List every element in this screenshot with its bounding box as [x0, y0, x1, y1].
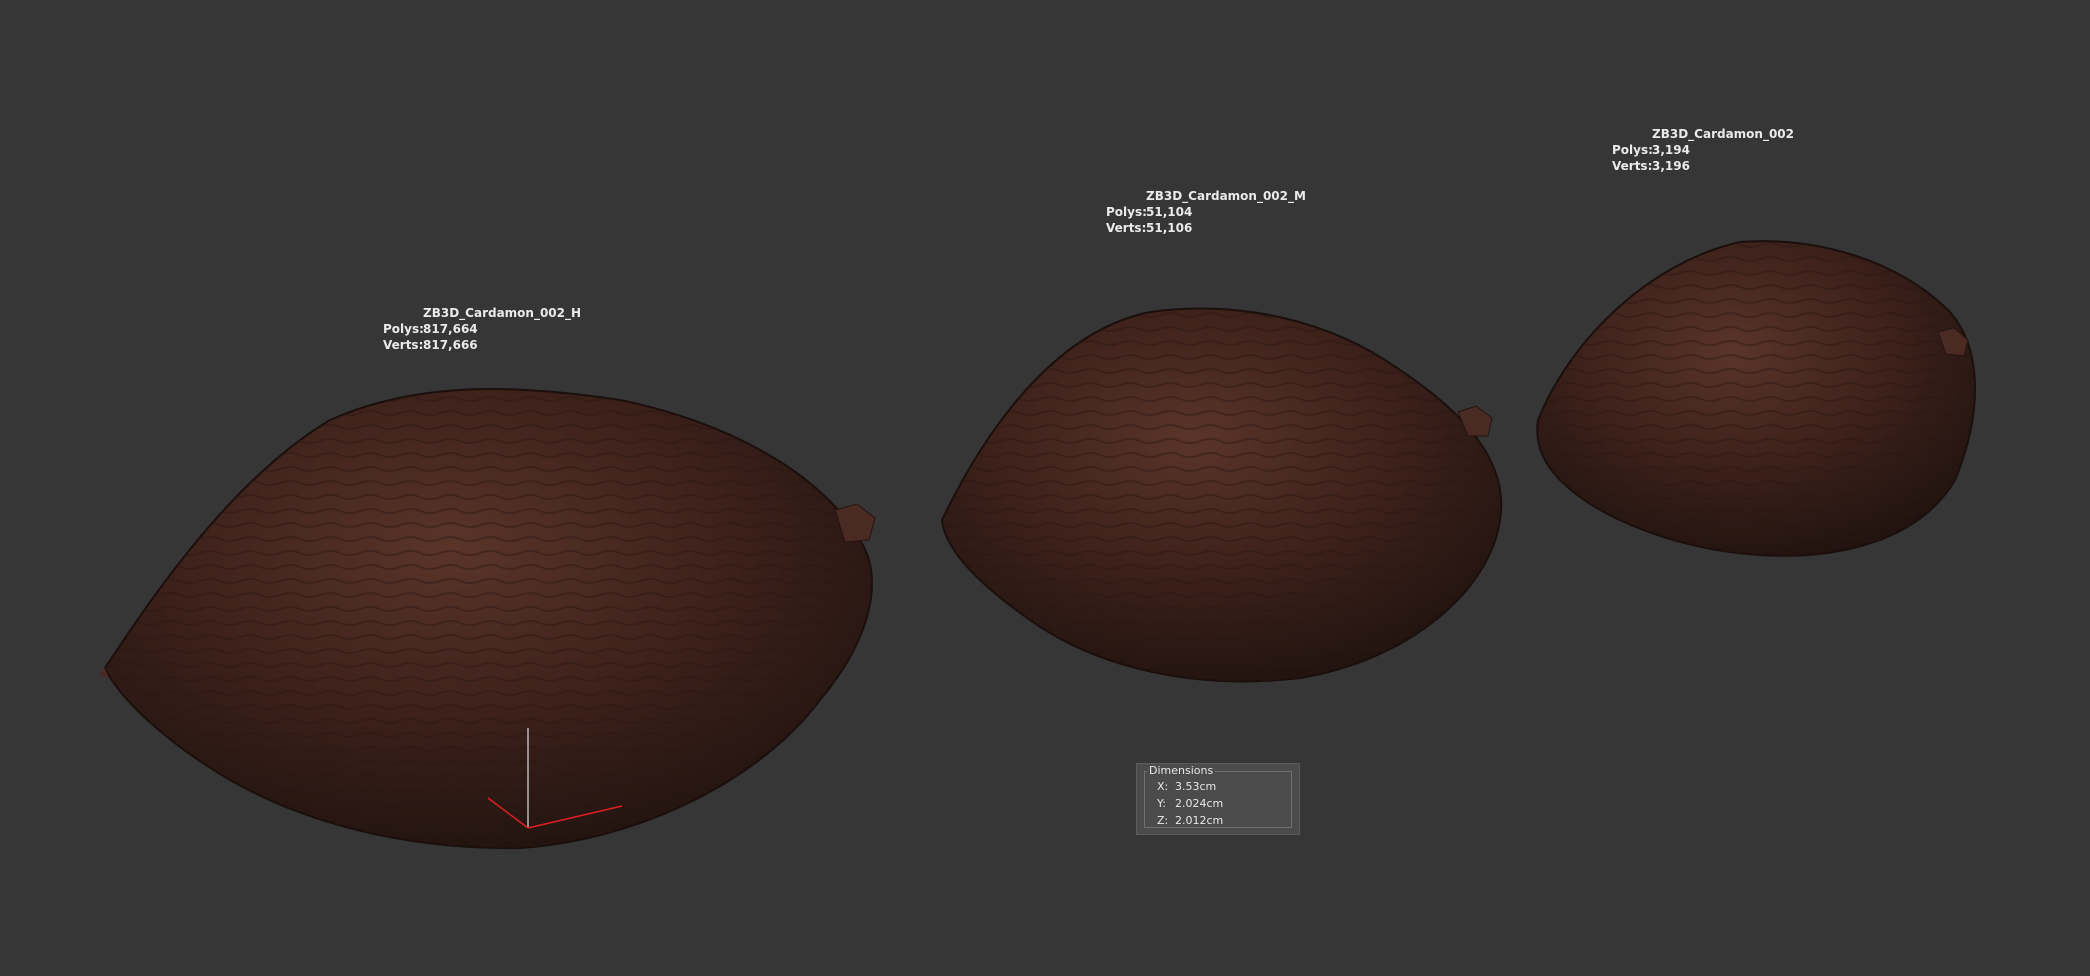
verts-label: Verts:	[1106, 221, 1147, 235]
verts-label: Verts:	[383, 338, 424, 352]
cardamom-pod-low[interactable]	[1536, 240, 1976, 557]
polys-label: Polys:	[1106, 205, 1147, 219]
polys-value: 3,194	[1652, 143, 1690, 157]
dimension-y: Y: 2.024cm	[1157, 797, 1223, 810]
axis-z-label: Z:	[1157, 814, 1169, 827]
dimensions-panel: Dimensions X: 3.53cm Y: 2.024cm Z: 2.012cm	[1136, 763, 1300, 835]
polys-value: 51,104	[1146, 205, 1193, 219]
axis-y-label: Y:	[1157, 797, 1166, 810]
cardamom-pod-high[interactable]	[99, 387, 876, 850]
verts-value: 3,196	[1652, 159, 1690, 173]
polys-value: 817,664	[423, 322, 478, 336]
cardamom-pod-medium[interactable]	[940, 307, 1503, 683]
verts-value: 817,666	[423, 338, 478, 352]
object-name: ZB3D_Cardamon_002_M	[1146, 189, 1306, 203]
verts-label: Verts:	[1612, 159, 1653, 173]
polys-label: Polys:	[383, 322, 424, 336]
verts-value: 51,106	[1146, 221, 1193, 235]
axis-x-label: X:	[1157, 780, 1169, 793]
dimensions-title: Dimensions	[1147, 764, 1216, 777]
dimension-y-value: 2.024cm	[1175, 797, 1224, 810]
dimension-x: X: 3.53cm	[1157, 780, 1216, 793]
dimension-x-value: 3.53cm	[1175, 780, 1217, 793]
object-info-high: ZB3D_Cardamon_002_H Polys: 817,664 Verts:…	[383, 305, 581, 353]
object-info-medium: ZB3D_Cardamon_002_M Polys: 51,104 Verts: 5…	[1106, 188, 1306, 236]
3d-viewport[interactable]: ZB3D_Cardamon_002_H Polys: 817,664 Verts:…	[0, 0, 2090, 976]
polys-label: Polys:	[1612, 143, 1653, 157]
object-name: ZB3D_Cardamon_002_H	[423, 306, 582, 320]
object-info-low: ZB3D_Cardamon_002 Polys: 3,194 Verts: 3,19…	[1612, 126, 1794, 174]
dimension-z-value: 2.012cm	[1175, 814, 1224, 827]
dimension-z: Z: 2.012cm	[1157, 814, 1223, 827]
object-name: ZB3D_Cardamon_002	[1652, 127, 1795, 141]
